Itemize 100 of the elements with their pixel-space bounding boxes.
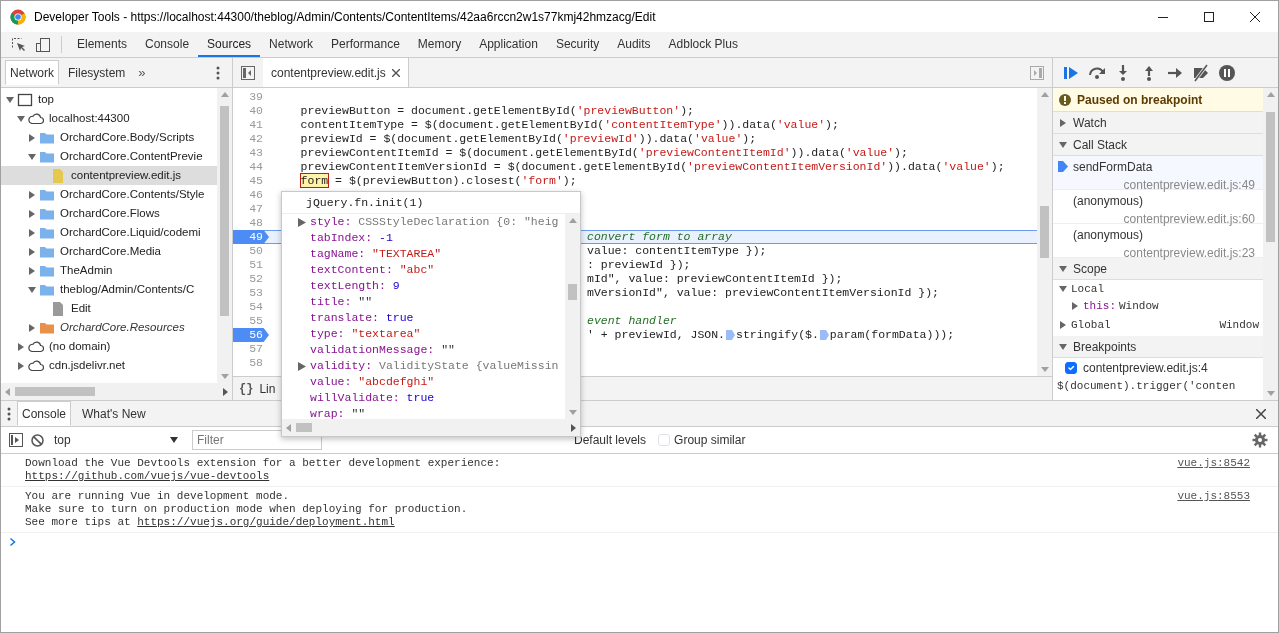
panel-tab[interactable]: Security — [546, 32, 609, 57]
scrollbar[interactable] — [282, 419, 580, 436]
disclosure-triangle-icon[interactable] — [27, 208, 37, 219]
disclosure-triangle-icon[interactable] — [27, 189, 37, 200]
device-icon[interactable] — [35, 36, 51, 53]
tree-item[interactable]: OrchardCore.Resources — [1, 318, 217, 337]
close-icon[interactable] — [391, 68, 400, 77]
scrollbar[interactable] — [1263, 88, 1278, 400]
scrollbar-thumb[interactable] — [220, 106, 229, 316]
pause-icon[interactable] — [1217, 62, 1237, 83]
disclosure-triangle-icon[interactable] — [1070, 301, 1080, 311]
tree-item[interactable]: Edit — [1, 299, 217, 318]
tree-item[interactable]: TheAdmin — [1, 261, 217, 280]
drawer-tab[interactable]: What's New — [77, 401, 151, 426]
scrollbar[interactable] — [217, 88, 232, 383]
tree-item[interactable]: OrchardCore.Contents/Style — [1, 185, 217, 204]
code-text: ' + previewId, JSON. — [587, 328, 726, 341]
disclosure-triangle-icon[interactable] — [1058, 320, 1068, 330]
tree-item[interactable]: top — [1, 90, 217, 109]
scroll-right-arrow-icon[interactable] — [222, 387, 228, 396]
hovered-token[interactable]: form — [300, 174, 329, 187]
scrollbar[interactable] — [1, 383, 232, 400]
tree-item[interactable]: OrchardCore.Media — [1, 242, 217, 261]
tree-item[interactable]: OrchardCore.Liquid/codemi — [1, 223, 217, 242]
disclosure-triangle-icon[interactable] — [16, 341, 26, 352]
disclosure-triangle-icon[interactable] — [27, 284, 37, 295]
disclosure-triangle-icon[interactable] — [27, 246, 37, 257]
tree-item[interactable]: cdn.jsdelivr.net — [1, 356, 217, 375]
maximize-icon[interactable] — [1204, 11, 1214, 22]
disclosure-triangle-icon[interactable] — [27, 227, 37, 238]
scrollbar-thumb[interactable] — [15, 387, 95, 396]
more-tabs-button[interactable]: » — [130, 62, 154, 83]
function-name: (anonymous) — [1073, 227, 1145, 244]
disclosure-triangle-icon[interactable] — [1058, 263, 1068, 274]
scrollbar-thumb[interactable] — [296, 423, 312, 432]
tree-item[interactable]: OrchardCore.Flows — [1, 204, 217, 223]
scrollbar-thumb[interactable] — [1040, 206, 1049, 258]
expand-triangle-icon[interactable] — [298, 362, 306, 371]
scrollbar[interactable] — [1037, 88, 1052, 376]
panel-tab[interactable]: Audits — [608, 32, 660, 57]
disclosure-triangle-icon[interactable] — [27, 132, 37, 143]
tree-item[interactable]: contentpreview.edit.js — [1, 166, 217, 185]
navigator-tab[interactable]: Network — [5, 60, 59, 85]
tree-item[interactable]: theblog/Admin/Contents/C — [1, 280, 217, 299]
settings-icon[interactable] — [1252, 432, 1268, 448]
section-header[interactable]: Call Stack — [1053, 134, 1263, 156]
scroll-right-arrow-icon[interactable] — [570, 423, 576, 432]
item-label: OrchardCore.Flows — [60, 205, 160, 221]
scrollbar-thumb[interactable] — [568, 284, 577, 300]
property-value: -1 — [379, 230, 393, 246]
panel-tab[interactable]: Performance — [322, 32, 409, 57]
log-link[interactable]: https://github.com/vuejs/vue-devtools — [25, 470, 270, 482]
sidebar-toggle-icon[interactable] — [9, 433, 23, 447]
expand-triangle-icon[interactable] — [298, 218, 306, 227]
disclosure-triangle-icon[interactable] — [5, 94, 15, 105]
scrollbar[interactable] — [565, 214, 580, 419]
group-similar-checkbox[interactable] — [658, 434, 671, 446]
panel-tab[interactable]: Console — [136, 32, 199, 57]
scrollbar-thumb[interactable] — [1266, 112, 1275, 242]
close-icon[interactable] — [1256, 408, 1266, 419]
call-frame[interactable]: sendFormData contentpreview.edit.js:49 — [1053, 156, 1263, 190]
log-link[interactable]: https://vuejs.org/guide/deployment.html — [137, 516, 395, 528]
kebab-menu-icon[interactable] — [216, 65, 220, 80]
source-link[interactable]: vue.js:8542 — [1177, 457, 1250, 483]
prompt-icon[interactable] — [9, 537, 17, 547]
panel-tab[interactable]: Memory — [408, 32, 471, 57]
breakpoint-location[interactable]: contentpreview.edit.js:4 — [1083, 359, 1208, 377]
breakpoint-checkbox[interactable] — [1065, 362, 1077, 374]
panel-tab[interactable]: Elements — [68, 32, 137, 57]
panel-tab[interactable]: Network — [260, 32, 323, 57]
close-icon[interactable] — [1250, 11, 1260, 22]
file-tab[interactable]: contentpreview.edit.js — [263, 58, 409, 87]
disclosure-triangle-icon[interactable] — [27, 265, 37, 276]
panel-tab[interactable]: Adblock Plus — [659, 32, 747, 57]
disclosure-triangle-icon[interactable] — [1058, 139, 1068, 150]
deactivate-breakpoints-icon[interactable] — [1191, 62, 1211, 83]
disclosure-triangle-icon[interactable] — [1058, 117, 1068, 128]
section-header[interactable]: Breakpoints — [1053, 336, 1263, 358]
panel-tab[interactable]: Application — [470, 32, 547, 57]
disclosure-triangle-icon[interactable] — [27, 151, 37, 162]
tree-item[interactable]: (no domain) — [1, 337, 217, 356]
disclosure-triangle-icon[interactable] — [27, 322, 37, 333]
section-header[interactable]: Watch — [1053, 112, 1263, 134]
kebab-menu-icon[interactable] — [7, 406, 11, 421]
navigator-tab[interactable]: Filesystem — [63, 60, 131, 85]
caret-icon[interactable] — [170, 437, 178, 443]
property-value: "textarea" — [351, 326, 421, 342]
disclosure-triangle-icon[interactable] — [16, 113, 26, 124]
context-select[interactable]: top — [52, 431, 184, 449]
disclosure-triangle-icon[interactable] — [1058, 341, 1068, 352]
source-link[interactable]: vue.js:8553 — [1177, 490, 1250, 529]
tree-item[interactable]: OrchardCore.Body/Scripts — [1, 128, 217, 147]
format-button[interactable]: {} — [239, 379, 254, 398]
tree-item[interactable]: localhost:44300 — [1, 109, 217, 128]
cursor-icon[interactable] — [11, 36, 27, 53]
drawer-tab[interactable]: Console — [17, 401, 72, 426]
disclosure-triangle-icon[interactable] — [16, 360, 26, 371]
disclosure-triangle-icon[interactable] — [1058, 284, 1068, 294]
tree-item[interactable]: OrchardCore.ContentPrevie — [1, 147, 217, 166]
clear-icon[interactable] — [31, 433, 44, 447]
